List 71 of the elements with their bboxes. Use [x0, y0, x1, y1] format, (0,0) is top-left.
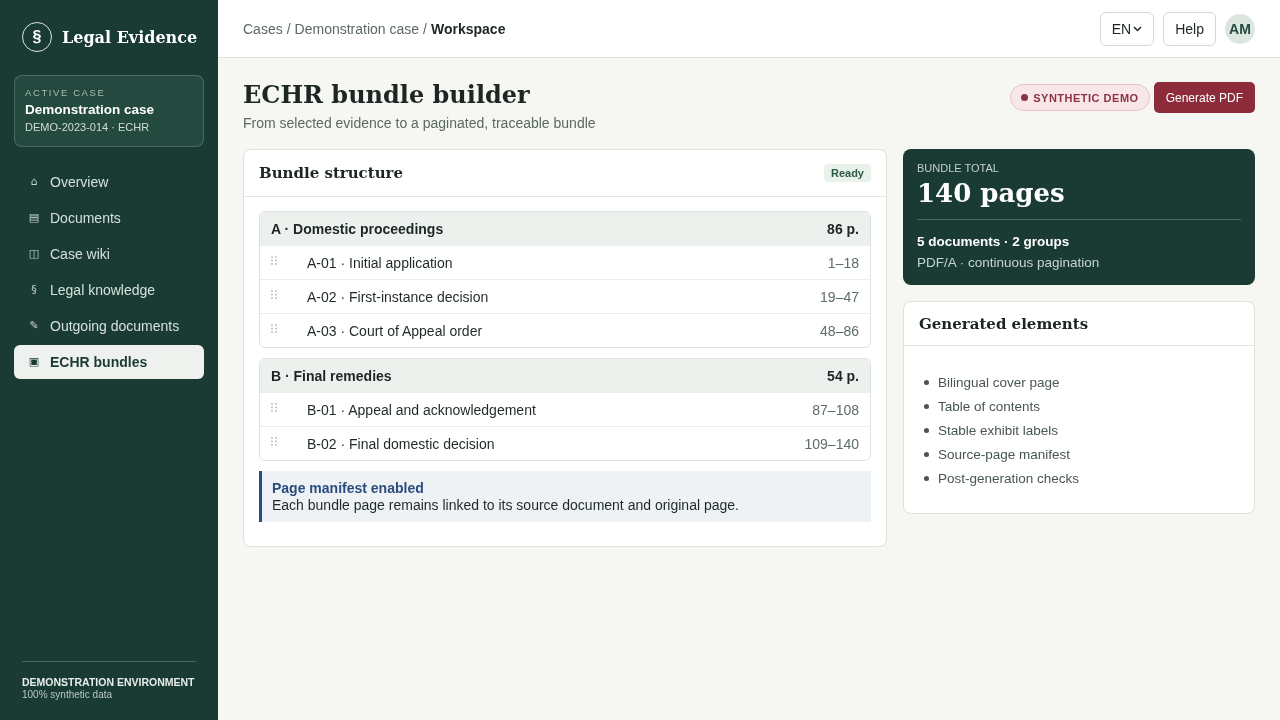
document-title: A-01 · Initial application	[307, 254, 453, 271]
nav-item[interactable]: ▤ Documents	[14, 201, 204, 235]
element-item: Source-page manifest	[938, 446, 1071, 462]
element-item: Stable exhibit labels	[938, 422, 1059, 438]
page-subtitle: From selected evidence to a paginated, traceable bundle	[243, 114, 596, 132]
total-pages: 140 pages	[917, 177, 1066, 210]
total-summary: 5 documents · 2 groups	[917, 233, 1071, 251]
split-square-icon: ◫	[28, 248, 40, 260]
breadcrumb-separator: /	[286, 20, 291, 37]
bullet-icon	[924, 451, 929, 457]
breadcrumb-link[interactable]: Cases	[243, 20, 283, 37]
active-case-label: ACTIVE CASE	[25, 86, 107, 99]
page-range: 109–140	[804, 435, 859, 452]
pencil-icon: ✎	[28, 320, 40, 332]
breadcrumb-link[interactable]: Workspace	[431, 20, 506, 37]
lined-square-icon: ▤	[28, 212, 40, 224]
drag-handle-icon[interactable]	[271, 289, 277, 299]
note-title: Page manifest enabled	[272, 480, 425, 496]
drag-handle-icon[interactable]	[271, 402, 277, 412]
bullet-icon	[924, 427, 929, 433]
nav-item[interactable]: ◫ Case wiki	[14, 237, 204, 271]
document-title: A-03 · Court of Appeal order	[307, 322, 483, 339]
total-format: PDF/A · continuous pagination	[917, 254, 1101, 272]
framed-square-icon: ▣	[28, 356, 40, 368]
element-item: Bilingual cover page	[938, 374, 1060, 390]
nav-item[interactable]: ⌂ Overview	[14, 165, 204, 199]
page-title: ECHR bundle builder	[243, 80, 531, 110]
drag-handle-icon[interactable]	[271, 436, 277, 446]
active-case-card[interactable]: ACTIVE CASE Demonstration case DEMO-2023-014 · ECHR	[14, 75, 204, 147]
group-title: A · Domestic proceedings	[271, 220, 444, 237]
group-page-count: 54 p.	[827, 367, 859, 384]
card-title: Generated elements	[919, 314, 1089, 333]
card-title: Bundle structure	[259, 164, 404, 182]
document-title: A-02 · First-instance decision	[307, 288, 489, 305]
user-avatar[interactable]: AM	[1225, 13, 1255, 44]
total-label: BUNDLE TOTAL	[917, 161, 1000, 175]
breadcrumb-link[interactable]: Demonstration case	[294, 20, 420, 37]
page-range: 87–108	[812, 401, 859, 418]
status-dot-icon	[1021, 94, 1029, 101]
bullet-icon	[924, 379, 929, 385]
house-icon: ⌂	[28, 176, 40, 188]
status-badge: Ready	[823, 164, 871, 182]
note-text: Each bundle page remains linked to its source document and original page.	[272, 497, 740, 513]
nav-item[interactable]: § Legal knowledge	[14, 273, 204, 307]
document-title: B-02 · Final domestic decision	[307, 435, 495, 452]
group-title: B · Final remedies	[271, 367, 392, 384]
document-title: B-01 · Appeal and acknowledgement	[307, 401, 536, 418]
element-item: Post-generation checks	[938, 470, 1080, 486]
environment-title: DEMONSTRATION ENVIRONMENT	[22, 676, 196, 688]
page-range: 48–86	[820, 322, 859, 339]
help-button[interactable]: Help	[1163, 11, 1216, 46]
environment-note: 100% synthetic data	[22, 689, 114, 700]
page-range: 19–47	[820, 288, 859, 305]
section-sign-icon: §	[28, 284, 40, 296]
element-item: Table of contents	[938, 398, 1041, 414]
page-range: 1–18	[827, 254, 859, 271]
generate-pdf-button[interactable]: Generate PDF	[1153, 82, 1255, 113]
bullet-icon	[924, 403, 929, 409]
brand-name: Legal Evidence	[62, 27, 198, 47]
bullet-icon	[924, 475, 929, 481]
demo-badge: SYNTHETIC DEMO	[1010, 84, 1150, 111]
nav-item[interactable]: ▣ ECHR bundles	[14, 345, 204, 379]
group-page-count: 86 p.	[827, 220, 859, 237]
drag-handle-icon[interactable]	[271, 255, 277, 265]
breadcrumb-separator: /	[423, 20, 427, 37]
case-name: Demonstration case	[25, 101, 156, 118]
case-reference: DEMO-2023-014 · ECHR	[25, 120, 151, 135]
language-button[interactable]: EN	[1099, 11, 1155, 46]
nav-item[interactable]: ✎ Outgoing documents	[14, 309, 204, 343]
chevron-down-icon	[1133, 25, 1143, 32]
drag-handle-icon[interactable]	[271, 323, 277, 333]
